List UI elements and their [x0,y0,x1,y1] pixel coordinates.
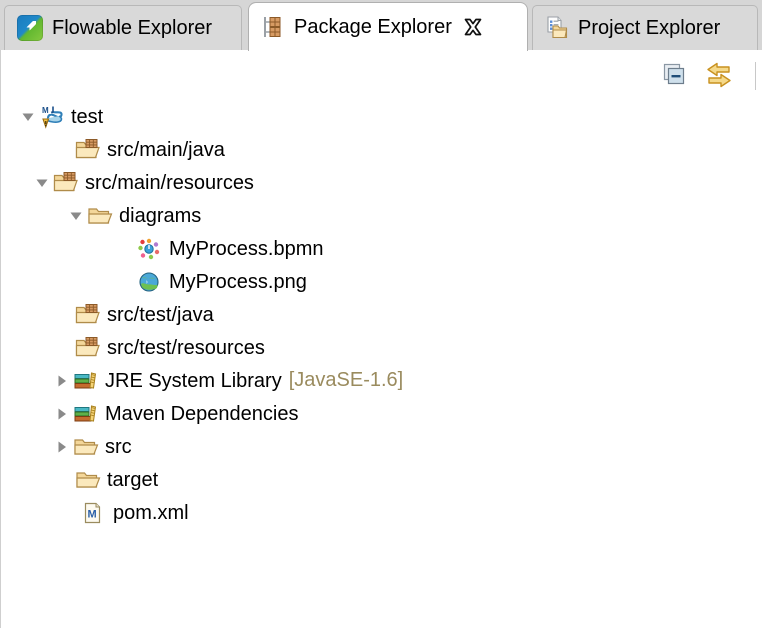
tab-project-explorer-label: Project Explorer [578,17,720,40]
tree-item-pom-xml[interactable]: M pom.xml [1,496,761,529]
tab-flowable-explorer[interactable]: Flowable Explorer [4,5,242,50]
tree-item-label: src/main/java [107,140,225,160]
library-icon [73,369,99,393]
tree-item-src-test-resources[interactable]: src/test/resources [1,331,761,364]
package-explorer-view: M test src/main/java [0,50,762,628]
chevron-down-icon[interactable] [17,106,39,128]
source-folder-icon [75,138,101,162]
tree-item-label: src [105,437,132,457]
tab-flowable-explorer-label: Flowable Explorer [52,17,212,40]
tree-item-myprocess-png[interactable]: MyProcess.png [1,265,761,298]
link-with-editor-icon [704,60,734,90]
tab-package-explorer-label: Package Explorer [294,16,452,39]
tree-item-label: diagrams [119,206,201,226]
folder-icon [73,435,99,459]
folder-icon [87,204,113,228]
link-with-editor-button[interactable] [704,60,734,90]
library-icon [73,402,99,426]
flowable-explorer-icon [17,15,43,41]
folder-icon [75,468,101,492]
tree-item-label: target [107,470,158,490]
bpmn-file-icon [137,237,163,261]
tree-item-label: src/main/resources [85,173,254,193]
view-tab-bar: Flowable Explorer Package Explorer [0,0,762,50]
project-tree[interactable]: M test src/main/java [1,100,761,529]
tree-item-label: src/test/resources [107,338,265,358]
tree-item-label: Maven Dependencies [105,404,298,424]
toolbar-separator [755,62,756,90]
tree-item-label: test [71,107,103,127]
tree-item-label: JRE System Library [105,371,282,391]
source-folder-icon [53,171,79,195]
source-folder-icon [75,336,101,360]
chevron-down-icon[interactable] [31,172,53,194]
tree-item-src-test-java[interactable]: src/test/java [1,298,761,331]
collapse-all-button[interactable] [658,60,688,90]
project-explorer-icon [545,15,569,41]
tree-item-myprocess-bpmn[interactable]: MyProcess.bpmn [1,232,761,265]
tab-package-explorer[interactable]: Package Explorer [248,2,528,51]
maven-pom-icon: M [81,501,107,525]
chevron-right-icon[interactable] [51,436,73,458]
tree-item-diagrams[interactable]: diagrams [1,199,761,232]
tree-item-label: MyProcess.png [169,272,307,292]
collapse-all-icon [659,61,687,89]
tree-item-target[interactable]: target [1,463,761,496]
chevron-right-icon[interactable] [51,403,73,425]
package-explorer-icon [261,14,285,40]
tree-item-jre-system-library[interactable]: JRE System Library [JavaSE-1.6] [1,364,761,397]
tree-item-suffix: [JavaSE-1.6] [289,369,404,392]
svg-text:M: M [42,106,49,115]
tree-item-test[interactable]: M test [1,100,761,133]
image-file-icon [137,270,163,294]
tree-item-label: src/test/java [107,305,214,325]
svg-text:M: M [88,508,97,520]
tree-item-src[interactable]: src [1,430,761,463]
tree-item-label: MyProcess.bpmn [169,239,324,259]
tree-item-src-main-java[interactable]: src/main/java [1,133,761,166]
source-folder-icon [75,303,101,327]
view-toolbar [658,60,734,90]
tree-item-maven-dependencies[interactable]: Maven Dependencies [1,397,761,430]
chevron-down-icon[interactable] [65,205,87,227]
tree-item-src-main-resources[interactable]: src/main/resources [1,166,761,199]
chevron-right-icon[interactable] [51,370,73,392]
close-icon[interactable] [463,17,483,37]
tab-project-explorer[interactable]: Project Explorer [532,5,758,50]
tree-item-label: pom.xml [113,503,189,523]
java-project-icon: M [39,105,65,129]
